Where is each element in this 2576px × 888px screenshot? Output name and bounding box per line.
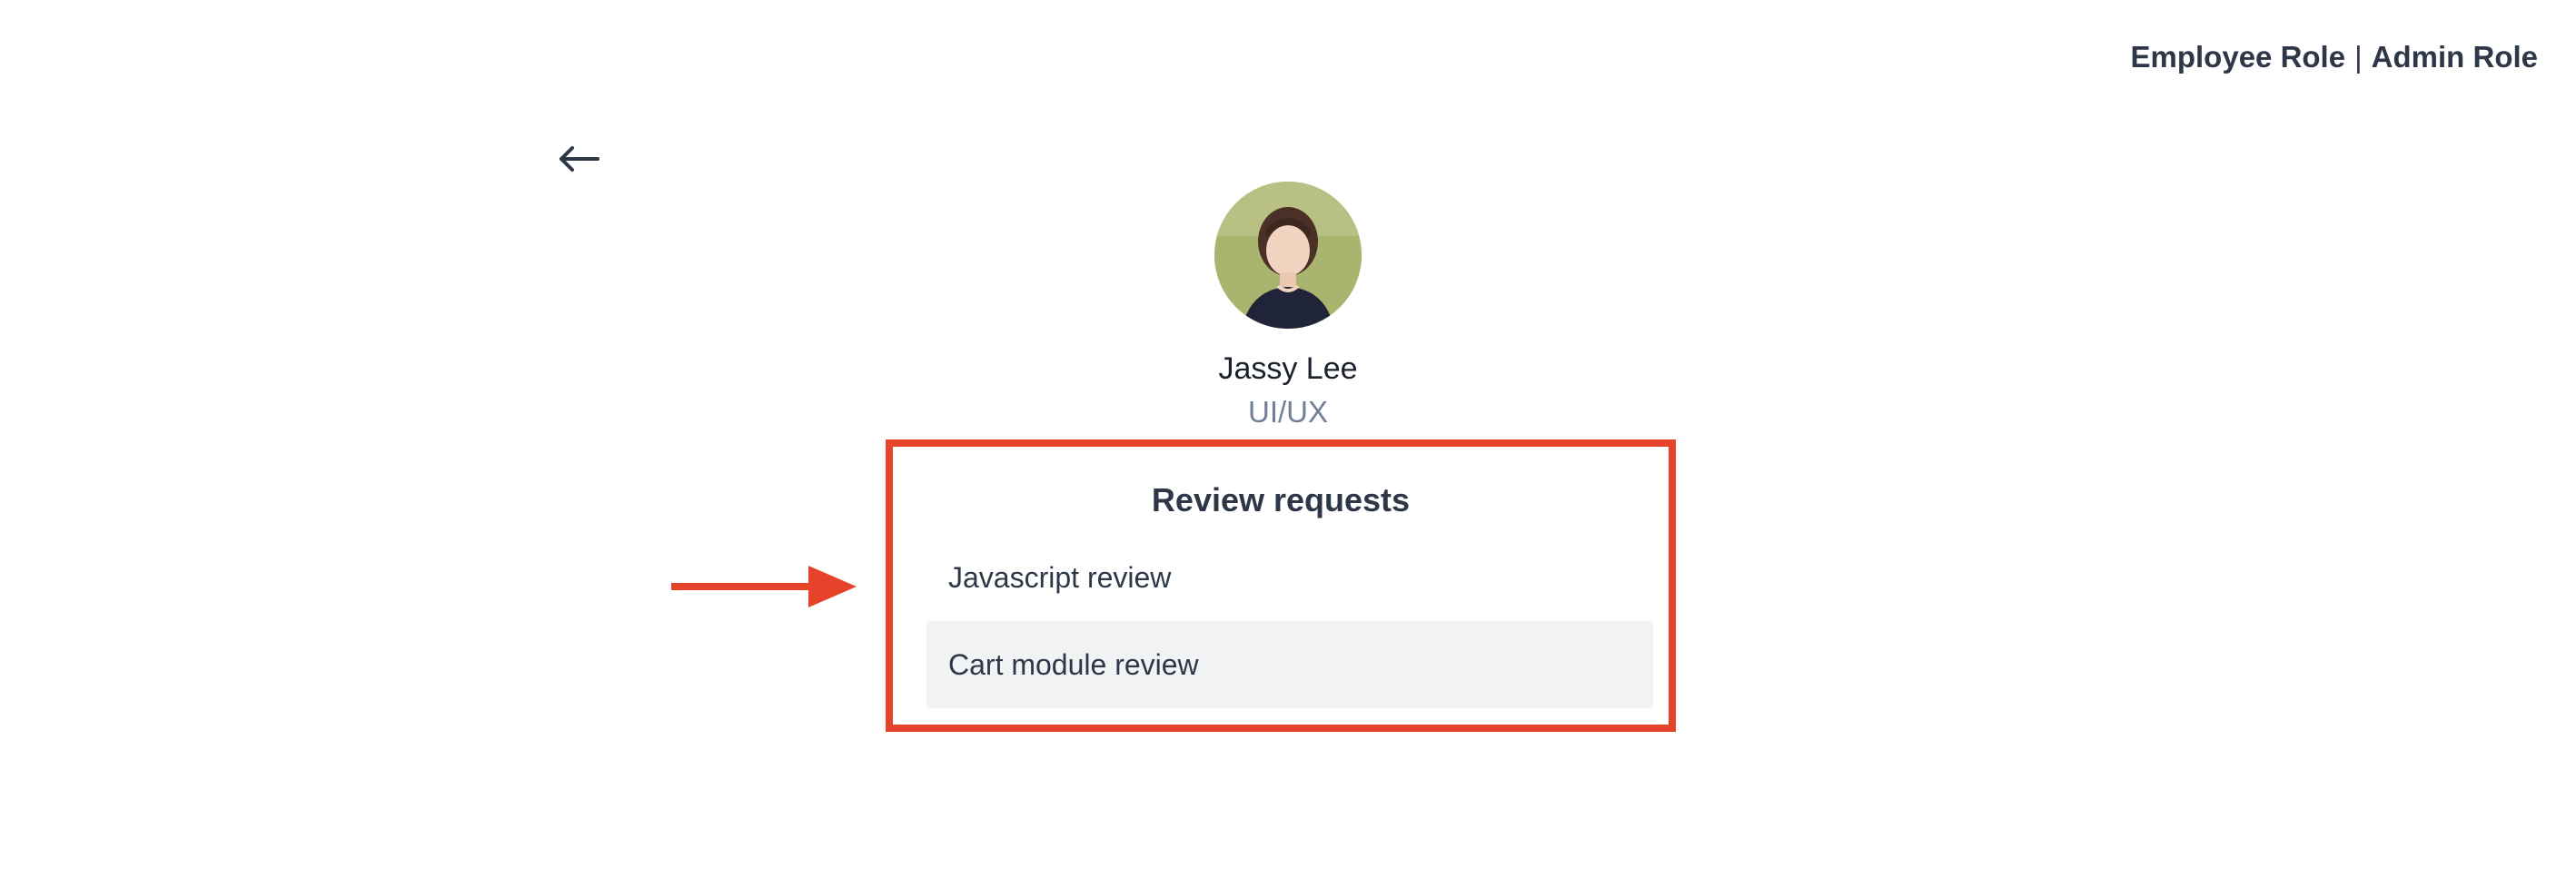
review-requests-title: Review requests xyxy=(1151,481,1411,518)
profile-photo xyxy=(1214,182,1362,329)
role-separator: | xyxy=(2354,40,2363,74)
arrow-right-icon xyxy=(671,566,857,607)
page: Employee Role | Admin Role Jassy Lee UI/… xyxy=(0,0,2576,888)
role-switcher: Employee Role | Admin Role xyxy=(2131,40,2539,74)
profile-role: UI/UX xyxy=(1247,395,1328,429)
profile-name: Jassy Lee xyxy=(1218,351,1358,386)
back-button[interactable] xyxy=(556,136,601,182)
review-request-item-highlighted[interactable]: Cart module review xyxy=(926,621,1653,708)
review-requests-panel: Review requests Javascript review Cart m… xyxy=(886,439,1676,732)
review-requests-list: Javascript review Cart module review xyxy=(926,534,1653,708)
review-request-item[interactable]: Javascript review xyxy=(926,534,1653,621)
admin-role-link[interactable]: Admin Role xyxy=(2372,40,2538,74)
arrow-left-icon xyxy=(560,146,599,172)
employee-role-link[interactable]: Employee Role xyxy=(2131,40,2346,74)
avatar xyxy=(1214,182,1362,329)
profile-card: Jassy Lee UI/UX xyxy=(0,182,2576,432)
